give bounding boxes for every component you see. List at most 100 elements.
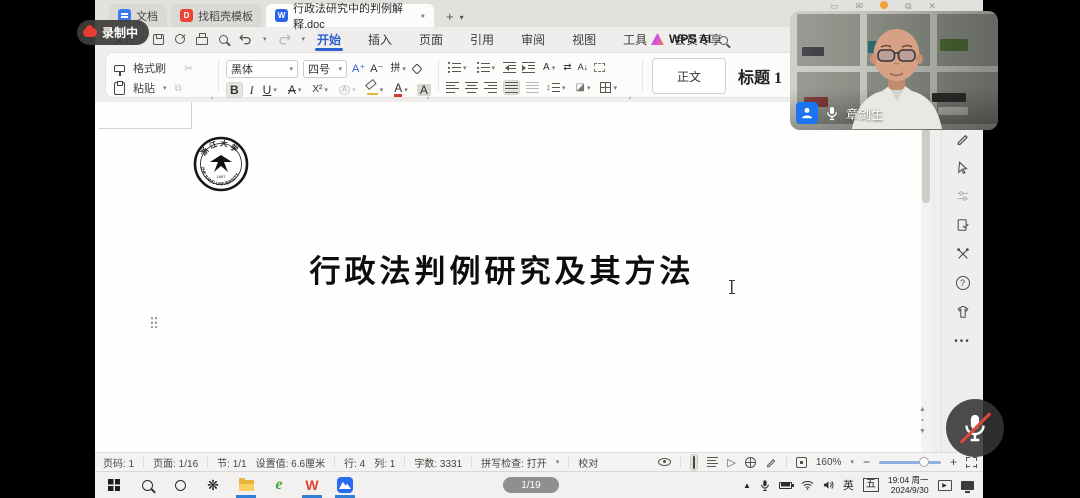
sort-button[interactable]: A↓ xyxy=(578,63,589,72)
wrap-button[interactable]: ⇄ xyxy=(563,63,571,73)
clipboard-group-expand-icon[interactable]: ⌟ xyxy=(210,91,214,100)
outline-view-icon[interactable] xyxy=(707,457,718,468)
superscript-button[interactable]: X²▾ xyxy=(310,83,330,97)
ribbon-tab-insert[interactable]: 插入 xyxy=(366,27,394,51)
grow-font-button[interactable]: A⁺ xyxy=(352,64,365,75)
distribute-icon[interactable] xyxy=(526,82,539,93)
save-icon[interactable] xyxy=(153,34,164,45)
ribbon-tab-view[interactable]: 视图 xyxy=(570,27,598,51)
meeting-app-button[interactable] xyxy=(336,472,354,498)
proof-edit-icon[interactable] xyxy=(955,217,971,233)
paragraph-group-expand-icon[interactable]: ⌟ xyxy=(628,91,632,100)
bullet-list-button[interactable]: ▾ xyxy=(446,60,469,75)
tab-docer-templates[interactable]: D 找稻壳模板 xyxy=(171,4,262,27)
tab-current-document[interactable]: W 行政法研究中的判例解释.doc • xyxy=(266,4,434,27)
wifi-icon[interactable] xyxy=(801,480,814,490)
copy-icon[interactable]: ⧉ xyxy=(175,83,182,94)
zoom-slider-handle[interactable] xyxy=(919,457,929,467)
help-icon[interactable]: ? xyxy=(955,275,971,291)
underline-button[interactable]: U▾ xyxy=(261,82,279,98)
show-desktop-icon[interactable] xyxy=(961,481,974,490)
mute-microphone-button[interactable] xyxy=(946,399,1004,457)
wps-ai-button[interactable]: WPS AI xyxy=(651,27,711,51)
member-icon[interactable] xyxy=(880,1,888,9)
undo-icon[interactable] xyxy=(239,33,252,45)
font-group-expand-icon[interactable]: ⌟ xyxy=(426,91,430,100)
tray-expand-icon[interactable]: ▲ xyxy=(743,481,751,490)
web-layout-icon[interactable] xyxy=(745,457,756,468)
new-tab-button[interactable]: + xyxy=(446,9,454,24)
italic-button[interactable]: I xyxy=(250,84,254,96)
ime-mode[interactable]: 五 xyxy=(863,478,879,492)
document-title[interactable]: 行政法判例研究及其方法 xyxy=(155,246,849,291)
redo-icon[interactable] xyxy=(278,33,291,45)
shading-button[interactable]: ◪▾ xyxy=(574,81,593,95)
start-button[interactable] xyxy=(105,472,123,498)
tray-mic-icon[interactable] xyxy=(760,479,770,492)
print-preview-icon[interactable] xyxy=(219,35,228,44)
spellcheck-dropdown-icon[interactable]: ▾ xyxy=(556,458,560,466)
annotate-pen-icon[interactable] xyxy=(955,130,971,146)
ribbon-tab-review[interactable]: 审阅 xyxy=(519,27,547,51)
print-icon[interactable] xyxy=(196,37,208,45)
ribbon-tab-reference[interactable]: 引用 xyxy=(468,27,496,51)
more-options-icon[interactable]: ••• xyxy=(955,333,971,349)
fullscreen-icon[interactable] xyxy=(966,457,977,468)
select-cursor-icon[interactable] xyxy=(955,159,971,175)
skin-theme-icon[interactable] xyxy=(955,304,971,320)
show-marks-icon[interactable] xyxy=(594,63,605,72)
status-word-count[interactable]: 字数: 3331 xyxy=(414,455,462,470)
fit-page-icon[interactable] xyxy=(796,457,807,468)
highlight-button[interactable]: ▾ xyxy=(365,82,386,97)
status-proofread[interactable]: 校对 xyxy=(578,455,598,470)
next-page-icon[interactable]: ▼ xyxy=(919,428,926,435)
increase-indent-icon[interactable] xyxy=(522,62,535,73)
align-right-icon[interactable] xyxy=(484,82,497,93)
browse-object-icon[interactable]: ▪ xyxy=(921,417,923,424)
numbered-list-button[interactable]: ▾ xyxy=(475,60,498,75)
ribbon-tab-home[interactable]: 开始 xyxy=(315,27,343,51)
strikethrough-button[interactable]: A▾ xyxy=(286,82,304,98)
paste-button[interactable]: 粘贴 ▾ ⧉ xyxy=(114,80,182,96)
previous-page-icon[interactable]: ▲ xyxy=(919,406,926,413)
taskbar-search-button[interactable] xyxy=(138,472,156,498)
ime-language[interactable]: 英 xyxy=(843,477,854,493)
ie-browser-button[interactable]: e xyxy=(270,472,288,498)
line-spacing-button[interactable]: ▾ xyxy=(545,80,568,95)
font-color-button[interactable]: A▾ xyxy=(392,80,410,99)
align-center-icon[interactable] xyxy=(465,82,478,93)
undo-dropdown-icon[interactable]: ▾ xyxy=(263,35,267,43)
zoom-dropdown-icon[interactable]: ▾ xyxy=(850,458,854,466)
tab-list-chevron-icon[interactable]: ▾ xyxy=(460,13,464,22)
align-left-icon[interactable] xyxy=(446,82,459,93)
status-pages[interactable]: 页面: 1/16 xyxy=(153,455,198,470)
cut-icon[interactable]: ✂ xyxy=(184,62,193,75)
clear-format-icon[interactable] xyxy=(411,63,422,74)
taskbar-clock[interactable]: 19:04 周一 2024/9/30 xyxy=(888,475,929,495)
style-heading1[interactable]: 标题 1 xyxy=(738,64,782,88)
zoom-slider[interactable] xyxy=(879,461,941,464)
document-canvas[interactable]: 浙 江 大 学 1897 ZHEJIANG UNIVERSITY 行政法判例研究… xyxy=(95,102,931,452)
text-effects-button[interactable]: A▾ xyxy=(337,83,358,97)
tools-icon[interactable] xyxy=(955,246,971,262)
video-playback-tray-icon[interactable]: ▶ xyxy=(938,480,952,491)
text-direction-button[interactable]: A▾ xyxy=(541,61,557,75)
eye-protect-icon[interactable] xyxy=(658,458,671,466)
decrease-indent-icon[interactable] xyxy=(503,62,516,73)
ribbon-tab-page[interactable]: 页面 xyxy=(417,27,445,51)
style-normal[interactable]: 正文 xyxy=(652,58,726,94)
page-view-button[interactable] xyxy=(690,454,698,471)
format-painter-button[interactable]: 格式刷 ✂ xyxy=(114,60,193,76)
pinyin-guide-button[interactable]: 拼▾ xyxy=(388,62,408,76)
bold-button[interactable]: B xyxy=(226,82,243,98)
paragraph-drag-handle[interactable] xyxy=(150,316,158,328)
edit-mode-icon[interactable] xyxy=(765,456,777,468)
battery-icon[interactable] xyxy=(779,482,792,489)
zoom-in-button[interactable]: + xyxy=(950,455,957,469)
font-name-select[interactable]: 黑体▾ xyxy=(226,60,298,78)
search-icon[interactable] xyxy=(719,36,728,45)
shrink-font-button[interactable]: A⁻ xyxy=(370,64,383,75)
speaker-icon[interactable] xyxy=(823,480,834,490)
read-mode-icon[interactable]: ▷ xyxy=(727,456,735,469)
pinwheel-app-button[interactable]: ❋ xyxy=(204,472,222,498)
